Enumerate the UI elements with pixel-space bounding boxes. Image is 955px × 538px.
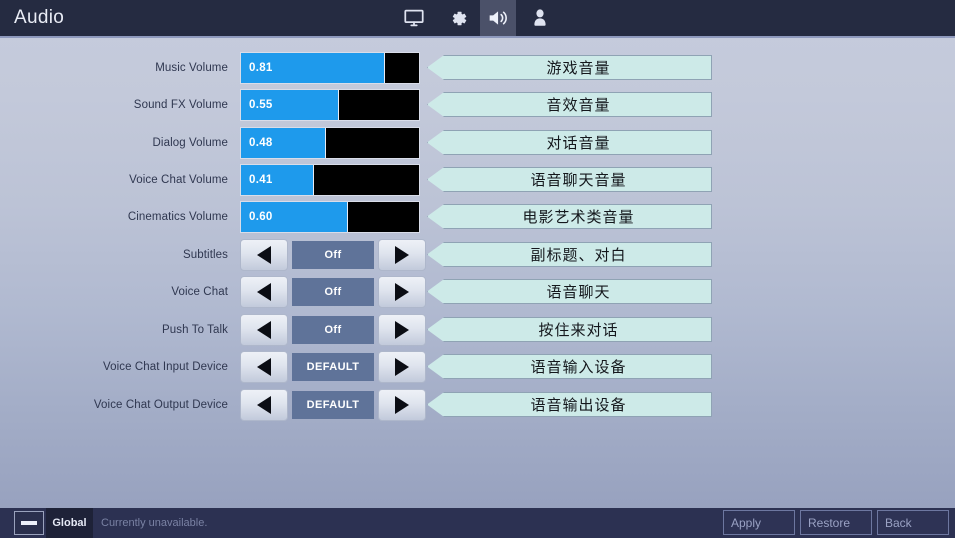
page-title: Audio: [14, 7, 65, 28]
stepper-value[interactable]: Off: [292, 241, 374, 269]
stepper-label: Voice Chat Input Device: [102, 361, 228, 373]
arrow-left-icon: [257, 321, 271, 339]
callout-text: 语音聊天: [546, 283, 611, 301]
arrow-right-icon: [395, 358, 409, 376]
settings-tab[interactable]: [440, 0, 476, 36]
previous-option-button[interactable]: [240, 389, 288, 421]
slider-label: Music Volume: [155, 62, 228, 74]
speaker-icon: [487, 8, 510, 28]
callout-text: 语音输出设备: [530, 396, 627, 414]
settings-screen: Audio Music Volume 0.81 Sound FX Volume 0.5…: [0, 0, 955, 538]
stepper-label: Push To Talk: [162, 324, 228, 336]
apply-button[interactable]: Apply: [723, 510, 795, 535]
arrow-right-icon: [395, 283, 409, 301]
callout-text: 电影艺术类音量: [522, 208, 635, 226]
restore-button[interactable]: Restore: [800, 510, 872, 535]
next-option-button[interactable]: [378, 276, 426, 308]
previous-option-button[interactable]: [240, 351, 288, 383]
profile-label: Global: [52, 517, 87, 529]
next-option-button[interactable]: [378, 351, 426, 383]
callout-7: 按住来对话: [427, 317, 712, 342]
callout-text: 副标题、对白: [530, 246, 627, 264]
title-bar: [0, 0, 955, 36]
callout-text: 按住来对话: [538, 321, 619, 339]
stepper-value[interactable]: Off: [292, 316, 374, 344]
gear-icon: [448, 8, 469, 29]
audio-tab[interactable]: [480, 0, 516, 36]
stepper-value[interactable]: DEFAULT: [292, 391, 374, 419]
slider-value: 0.60: [249, 211, 273, 223]
person-icon: [531, 8, 549, 28]
volume-slider[interactable]: 0.55: [240, 89, 420, 121]
profile-toggle-button[interactable]: [14, 511, 44, 535]
next-option-button[interactable]: [378, 239, 426, 271]
arrow-left-icon: [257, 283, 271, 301]
arrow-right-icon: [395, 396, 409, 414]
slider-label: Dialog Volume: [152, 137, 228, 149]
account-tab[interactable]: [522, 0, 558, 36]
callout-4: 电影艺术类音量: [427, 204, 712, 229]
stepper-label: Voice Chat Output Device: [93, 399, 228, 411]
slider-label: Sound FX Volume: [133, 99, 228, 111]
previous-option-button[interactable]: [240, 239, 288, 271]
title-bar-accent: [0, 36, 955, 38]
callout-8: 语音输入设备: [427, 354, 712, 379]
callout-6: 语音聊天: [427, 279, 712, 304]
monitor-icon: [403, 7, 425, 29]
display-tab[interactable]: [396, 0, 432, 36]
stepper-value[interactable]: DEFAULT: [292, 353, 374, 381]
callout-text: 语音输入设备: [530, 358, 627, 376]
volume-slider[interactable]: 0.60: [240, 201, 420, 233]
volume-slider[interactable]: 0.48: [240, 127, 420, 159]
callout-text: 对话音量: [546, 134, 611, 152]
status-text: Currently unavailable.: [101, 517, 208, 529]
slider-value: 0.81: [249, 62, 273, 74]
volume-slider[interactable]: 0.81: [240, 52, 420, 84]
stepper-label: Voice Chat: [171, 286, 228, 298]
callout-text: 游戏音量: [546, 59, 611, 77]
callout-5: 副标题、对白: [427, 242, 712, 267]
callout-2: 对话音量: [427, 130, 712, 155]
stepper-value[interactable]: Off: [292, 278, 374, 306]
slider-label: Voice Chat Volume: [129, 174, 228, 186]
slider-label: Cinematics Volume: [127, 211, 228, 223]
volume-slider[interactable]: 0.41: [240, 164, 420, 196]
arrow-left-icon: [257, 396, 271, 414]
callout-1: 音效音量: [427, 92, 712, 117]
stepper-label: Subtitles: [182, 249, 228, 261]
previous-option-button[interactable]: [240, 276, 288, 308]
previous-option-button[interactable]: [240, 314, 288, 346]
next-option-button[interactable]: [378, 389, 426, 421]
arrow-left-icon: [257, 358, 271, 376]
arrow-right-icon: [395, 321, 409, 339]
callout-9: 语音输出设备: [427, 392, 712, 417]
minus-icon: [21, 521, 37, 525]
arrow-right-icon: [395, 246, 409, 264]
callout-text: 语音聊天音量: [530, 171, 627, 189]
slider-value: 0.55: [249, 99, 273, 111]
slider-value: 0.48: [249, 137, 273, 149]
next-option-button[interactable]: [378, 314, 426, 346]
slider-value: 0.41: [249, 174, 273, 186]
callout-3: 语音聊天音量: [427, 167, 712, 192]
callout-0: 游戏音量: [427, 55, 712, 80]
arrow-left-icon: [257, 246, 271, 264]
profile-chip[interactable]: Global: [46, 508, 93, 538]
callout-text: 音效音量: [546, 96, 611, 114]
back-button[interactable]: Back: [877, 510, 949, 535]
